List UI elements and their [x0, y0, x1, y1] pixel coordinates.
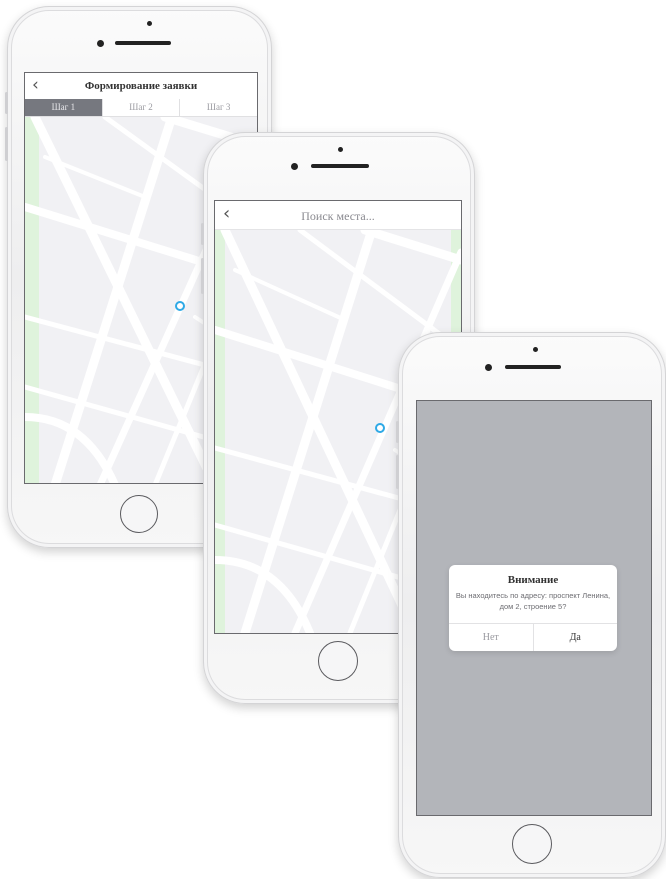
no-button[interactable]: Нет [449, 624, 533, 651]
earpiece-speaker-icon [311, 164, 369, 168]
side-button [396, 421, 399, 443]
side-button [201, 223, 204, 245]
tab-step-1[interactable]: Шаг 1 [25, 99, 103, 116]
tab-step-3[interactable]: Шаг 3 [180, 99, 257, 116]
tab-step-2[interactable]: Шаг 2 [103, 99, 181, 116]
home-button[interactable] [318, 641, 358, 681]
location-pin-icon[interactable] [375, 423, 385, 433]
home-button[interactable] [120, 495, 158, 533]
app-screen: Внимание Вы находитесь по адресу: проспе… [416, 400, 652, 816]
step-tabs: Шаг 1 Шаг 2 Шаг 3 [25, 99, 257, 117]
front-camera-icon [291, 163, 298, 170]
earpiece-speaker-icon [115, 41, 171, 45]
search-input[interactable]: Поиск места... [215, 209, 461, 224]
camera-dot-icon [147, 21, 152, 26]
earpiece-speaker-icon [505, 365, 561, 369]
yes-button[interactable]: Да [532, 624, 618, 651]
confirm-address-dialog: Внимание Вы находитесь по адресу: проспе… [449, 565, 617, 651]
dialog-message: Вы находитесь по адресу: проспект Ленина… [455, 591, 611, 611]
side-button [396, 455, 399, 489]
search-bar: ‹ Поиск места... [215, 201, 461, 230]
home-button[interactable] [512, 824, 552, 864]
camera-dot-icon [533, 347, 538, 352]
dialog-title: Внимание [507, 574, 559, 586]
side-button [5, 127, 8, 161]
front-camera-icon [97, 40, 104, 47]
dialog-buttons: Нет Да [449, 623, 617, 651]
nav-bar: ‹ Формирование заявки [25, 73, 257, 100]
camera-dot-icon [338, 147, 343, 152]
phone-confirm: Внимание Вы находитесь по адресу: проспе… [396, 332, 666, 878]
side-button [201, 258, 204, 294]
page-title: Формирование заявки [84, 80, 198, 92]
side-button [5, 92, 8, 114]
location-pin-icon[interactable] [175, 301, 185, 311]
front-camera-icon [485, 364, 492, 371]
